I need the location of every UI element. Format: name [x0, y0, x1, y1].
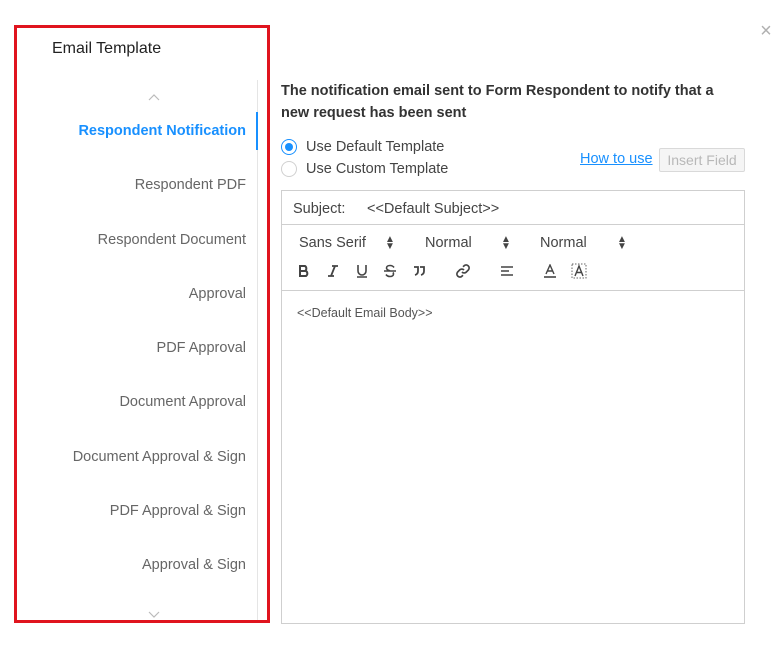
sidebar-title: Email Template — [52, 40, 162, 57]
sidebar-item-document-approval[interactable]: Document Approval — [119, 394, 246, 410]
default-template-radio[interactable]: Use Default Template — [281, 139, 444, 155]
italic-icon[interactable] — [323, 261, 343, 281]
sidebar-item-approval-sign[interactable]: Approval & Sign — [142, 557, 246, 573]
sidebar-item-pdf-approval-sign[interactable]: PDF Approval & Sign — [110, 503, 246, 519]
bold-icon[interactable] — [294, 261, 314, 281]
email-body-editor[interactable]: <<Default Email Body>> — [282, 291, 744, 623]
custom-template-radio[interactable]: Use Custom Template — [281, 161, 448, 177]
sidebar-item-respondent-document[interactable]: Respondent Document — [98, 232, 246, 248]
template-description: The notification email sent to Form Resp… — [281, 83, 714, 121]
radio-unchecked-icon[interactable] — [281, 161, 297, 177]
sidebar-item-respondent-notification[interactable]: Respondent Notification — [78, 123, 246, 139]
editor-toolbar: Sans Serif ▲ ▼ Normal ▲ ▼ Normal ▲ ▼ — [282, 225, 744, 291]
close-icon[interactable]: × — [757, 20, 775, 42]
insert-field-button[interactable]: Insert Field — [659, 148, 745, 172]
sidebar-item-respondent-pdf[interactable]: Respondent PDF — [135, 177, 246, 193]
radio-checked-icon[interactable] — [281, 139, 297, 155]
background-color-icon[interactable] — [569, 261, 589, 281]
font-size-select[interactable]: Normal — [425, 235, 472, 251]
link-icon[interactable] — [453, 261, 473, 281]
active-indicator — [256, 112, 258, 150]
blockquote-icon[interactable] — [409, 261, 429, 281]
font-family-select[interactable]: Sans Serif — [299, 235, 366, 251]
radio-label: Use Custom Template — [306, 161, 449, 177]
heading-select[interactable]: Normal — [540, 235, 587, 251]
email-editor: Subject: <<Default Subject>> Sans Serif … — [281, 190, 745, 624]
chevron-down-icon[interactable] — [148, 610, 160, 620]
how-to-use-link[interactable]: How to use — [580, 151, 653, 167]
updown-arrows-icon[interactable]: ▲ ▼ — [501, 235, 511, 252]
text-color-icon[interactable] — [540, 261, 560, 281]
subject-label: Subject: — [293, 201, 346, 217]
updown-arrows-icon[interactable]: ▲ ▼ — [617, 235, 627, 252]
sidebar-item-document-approval-sign[interactable]: Document Approval & Sign — [73, 449, 246, 465]
subject-input[interactable]: <<Default Subject>> — [367, 201, 499, 217]
underline-icon[interactable] — [352, 261, 372, 281]
chevron-up-icon[interactable] — [148, 92, 160, 102]
subject-row: Subject: <<Default Subject>> — [282, 191, 744, 225]
radio-label: Use Default Template — [306, 139, 445, 155]
align-icon[interactable] — [497, 261, 517, 281]
email-body-text: <<Default Email Body>> — [297, 306, 433, 320]
sidebar-item-approval[interactable]: Approval — [189, 286, 246, 302]
strike-icon[interactable] — [380, 261, 400, 281]
sidebar-item-pdf-approval[interactable]: PDF Approval — [157, 340, 246, 356]
updown-arrows-icon[interactable]: ▲ ▼ — [385, 235, 395, 252]
